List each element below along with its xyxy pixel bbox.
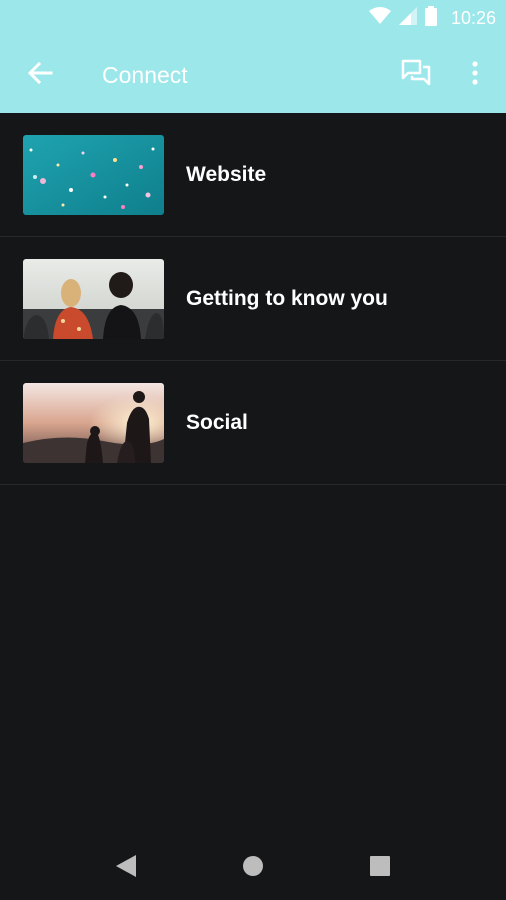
app-bar: Connect [0, 36, 506, 113]
chat-button[interactable] [396, 56, 436, 94]
more-options-button[interactable] [460, 56, 490, 94]
signal-icon [398, 6, 417, 30]
chat-icon [401, 59, 431, 92]
status-time: 10:26 [450, 8, 496, 28]
list-item-getting-to-know-you[interactable]: Getting to know you [0, 237, 506, 361]
nav-recents-button[interactable] [360, 848, 400, 888]
connect-list: Website Getting to know you Social [0, 113, 506, 485]
wifi-icon [368, 6, 391, 30]
list-item-label: Social [186, 410, 248, 434]
back-triangle-icon [115, 854, 137, 883]
back-button[interactable] [20, 58, 60, 92]
list-item-website[interactable]: Website [0, 113, 506, 237]
list-item-label: Getting to know you [186, 286, 388, 310]
app-screen: 10:26 Connect Website Getting to know yo… [0, 0, 506, 900]
people-gathering-image [23, 259, 164, 339]
status-bar: 10:26 [0, 0, 506, 36]
system-nav-bar [0, 834, 506, 900]
nav-back-button[interactable] [106, 848, 146, 888]
back-arrow-icon [27, 61, 53, 90]
battery-icon [424, 5, 437, 31]
recents-square-icon [370, 855, 390, 881]
list-item-social[interactable]: Social [0, 361, 506, 485]
list-item-label: Website [186, 162, 267, 186]
nav-home-button[interactable] [233, 848, 273, 888]
sunset-silhouettes-image [23, 383, 164, 463]
teal-confetti-image [23, 135, 164, 215]
more-vert-icon [472, 60, 478, 90]
home-circle-icon [242, 855, 264, 882]
page-title: Connect [102, 62, 188, 88]
status-icons: 10:26 [368, 5, 496, 31]
